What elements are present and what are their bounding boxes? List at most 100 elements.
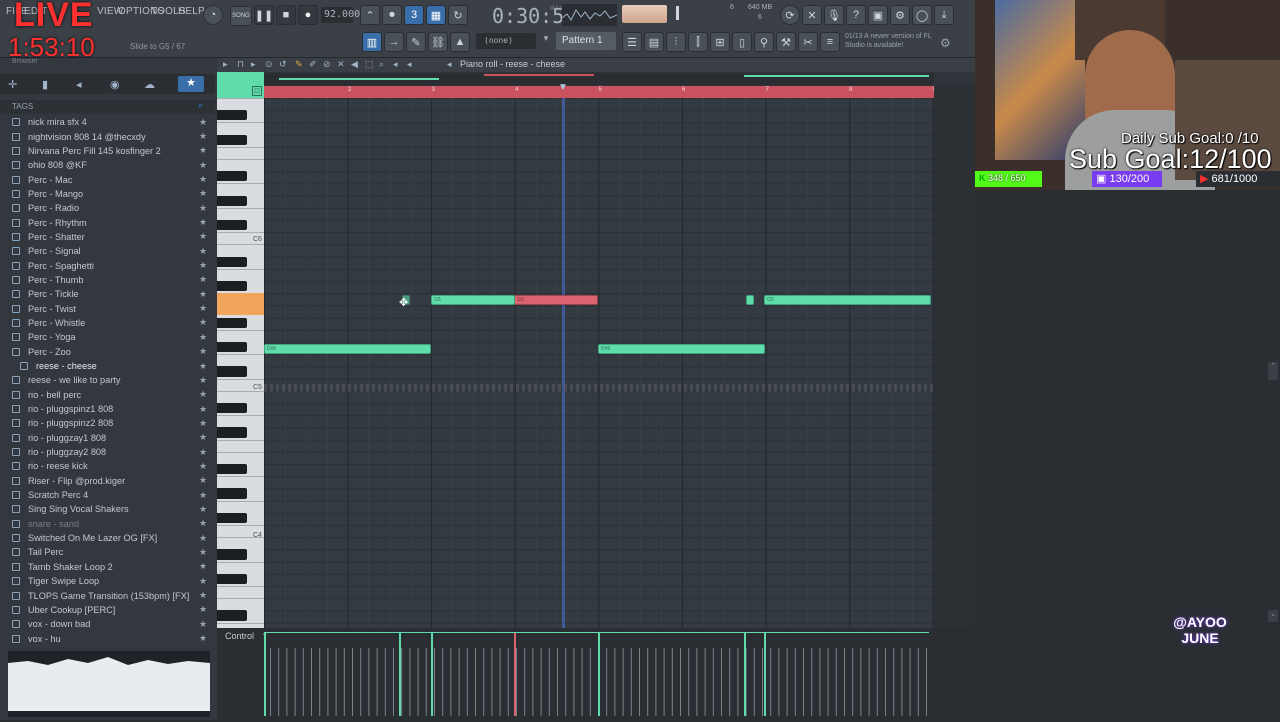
velocity-bar[interactable]: [384, 648, 386, 716]
tempo-display[interactable]: 92.000: [321, 7, 360, 23]
velocity-bar[interactable]: [573, 648, 575, 716]
velocity-bar[interactable]: [712, 648, 714, 716]
note-velocity[interactable]: [598, 632, 600, 716]
black-key[interactable]: [217, 281, 247, 292]
velocity-bar[interactable]: [614, 648, 616, 716]
control-label[interactable]: Control: [225, 631, 254, 641]
cloud-icon[interactable]: ☁: [144, 78, 168, 91]
velocity-bar[interactable]: [794, 648, 796, 716]
velocity-bar[interactable]: [639, 648, 640, 716]
note[interactable]: D#5: [598, 344, 765, 354]
velocity-bar[interactable]: [524, 648, 526, 716]
lock-icon[interactable]: ⊡: [252, 86, 262, 96]
star-icon[interactable]: ★: [197, 447, 209, 458]
velocity-bar[interactable]: [704, 648, 706, 716]
browser-item[interactable]: reese - cheese ★: [0, 359, 215, 373]
browser-item[interactable]: Perc - Rhythm ★: [0, 215, 215, 229]
star-icon[interactable]: ★: [197, 274, 209, 285]
star-icon[interactable]: ★: [197, 174, 209, 185]
velocity-bar[interactable]: [376, 648, 378, 716]
velocity-bar[interactable]: [581, 648, 583, 716]
browser-item[interactable]: Perc - Mac ★: [0, 172, 215, 186]
link-icon[interactable]: ⛓: [428, 32, 448, 52]
browser-tab[interactable]: Browser: [12, 58, 38, 65]
star-icon[interactable]: ★: [197, 590, 209, 601]
cpu-meter-icon[interactable]: ◔: [203, 5, 223, 25]
star-icon[interactable]: ★: [197, 131, 209, 142]
browser-item[interactable]: Uber Cookup [PERC] ★: [0, 603, 215, 617]
star-icon[interactable]: ★: [197, 246, 209, 257]
timeline-ruler[interactable]: 23456789▼: [264, 82, 936, 98]
velocity-bar[interactable]: [270, 648, 271, 716]
velocity-bar[interactable]: [753, 648, 755, 716]
velocity-bar[interactable]: [803, 648, 804, 716]
star-icon[interactable]: ★: [197, 188, 209, 199]
velocity-bar[interactable]: [311, 648, 312, 716]
browser-item[interactable]: Switched On Me Lazer OG [FX] ★: [0, 531, 215, 545]
select-tool-icon[interactable]: ⬚: [365, 59, 374, 70]
velocity-bar[interactable]: [655, 648, 657, 716]
browser-item[interactable]: nightvision 808 14 @thecxdy ★: [0, 129, 215, 143]
browser-item[interactable]: reese - we like to party ★: [0, 373, 215, 387]
tags-header[interactable]: TAGS: [0, 100, 215, 114]
velocity-bar[interactable]: [680, 648, 681, 716]
stop-icon[interactable]: ■: [276, 5, 296, 25]
star-icon[interactable]: ★: [197, 317, 209, 328]
browser-item[interactable]: rio - pluggspinz1 808 ★: [0, 402, 215, 416]
note-velocity[interactable]: [264, 632, 266, 716]
black-key[interactable]: [217, 427, 247, 438]
star-icon[interactable]: ★: [197, 475, 209, 486]
velocity-bar[interactable]: [893, 648, 895, 716]
pin-icon[interactable]: ⚲: [754, 32, 774, 52]
browser-item[interactable]: ohio 808 @KF ★: [0, 158, 215, 172]
velocity-bar[interactable]: [352, 648, 353, 716]
black-key[interactable]: [217, 573, 247, 584]
velocity-bar[interactable]: [434, 648, 435, 716]
tool-icon[interactable]: ⚒: [776, 32, 796, 52]
download-icon[interactable]: ⤓: [934, 5, 954, 25]
star-icon[interactable]: ★: [197, 432, 209, 443]
playlist-icon[interactable]: ☰: [622, 32, 642, 52]
stamp-icon[interactable]: ▲: [450, 32, 470, 52]
black-key[interactable]: [217, 512, 247, 523]
velocity-bar[interactable]: [606, 648, 608, 716]
eq-icon[interactable]: ⫿: [688, 32, 708, 52]
help-icon[interactable]: ?: [846, 5, 866, 25]
velocity-bar[interactable]: [622, 648, 624, 716]
star-icon[interactable]: ★: [197, 547, 209, 558]
velocity-bar[interactable]: [499, 648, 501, 716]
black-key[interactable]: [217, 256, 247, 267]
black-key[interactable]: [217, 366, 247, 377]
black-key[interactable]: [217, 317, 247, 328]
browser-item[interactable]: rio - pluggzay2 808 ★: [0, 445, 215, 459]
velocity-bar[interactable]: [663, 648, 665, 716]
velocity-bar[interactable]: [868, 648, 870, 716]
star-icon[interactable]: ★: [197, 404, 209, 415]
velocity-bar[interactable]: [327, 648, 329, 716]
playhead-marker-icon[interactable]: ▼: [558, 82, 568, 93]
velocity-bar[interactable]: [852, 648, 854, 716]
velocity-bar[interactable]: [885, 648, 886, 716]
star-icon[interactable]: ★: [197, 217, 209, 228]
pause-icon[interactable]: ❚❚: [254, 5, 274, 25]
arrow-icon[interactable]: →: [384, 32, 404, 52]
playback-tool-icon[interactable]: ◂: [393, 59, 398, 70]
velocity-bar[interactable]: [294, 648, 296, 716]
loop-record-icon[interactable]: ↻: [448, 5, 468, 25]
refresh-icon[interactable]: ⟳: [780, 5, 800, 25]
magnet-icon[interactable]: ⊓: [237, 59, 244, 70]
velocity-bar[interactable]: [860, 648, 862, 716]
velocity-bar[interactable]: [409, 648, 411, 716]
velocity-bar[interactable]: [417, 648, 419, 716]
black-key[interactable]: [217, 610, 247, 621]
step-edit-icon[interactable]: ▦: [426, 5, 446, 25]
velocity-bar[interactable]: [647, 648, 649, 716]
velocity-bar[interactable]: [450, 648, 452, 716]
velocity-bar[interactable]: [926, 648, 927, 716]
velocity-bar[interactable]: [827, 648, 829, 716]
star-icon[interactable]: ★: [197, 418, 209, 429]
update-notice[interactable]: 01/13 A newer version of FL Studio is av…: [845, 32, 940, 50]
scroll-up-icon[interactable]: ⌃: [1268, 362, 1278, 380]
velocity-bar[interactable]: [286, 648, 288, 716]
black-key[interactable]: [217, 403, 247, 414]
